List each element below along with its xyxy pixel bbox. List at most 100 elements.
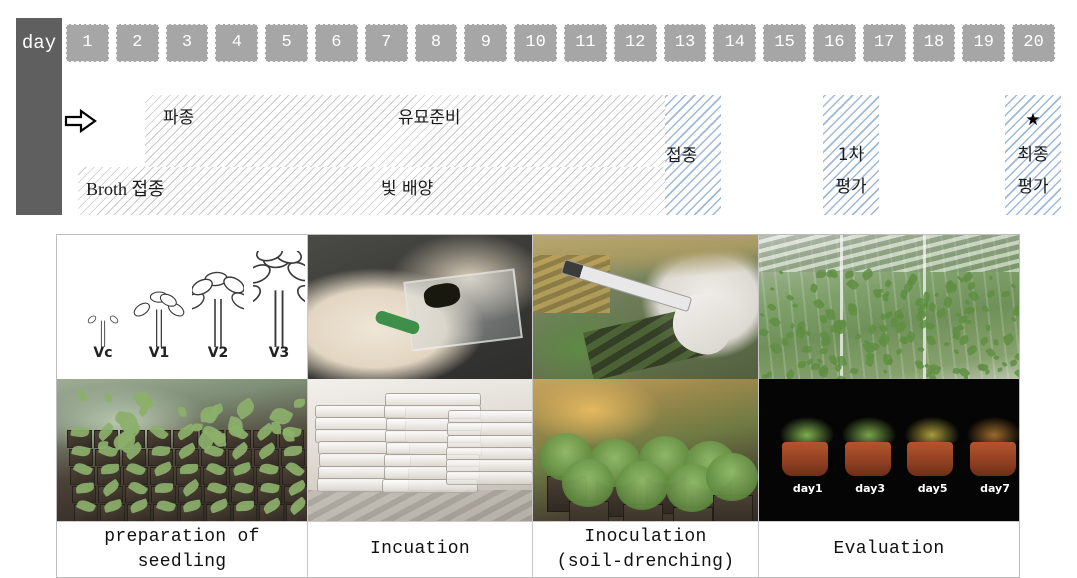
leaf-speck xyxy=(943,341,949,347)
leaf-speck xyxy=(792,303,798,308)
caption-line-2: seedling xyxy=(104,550,259,575)
seedling-stage-v3: V3 xyxy=(253,251,305,361)
timecourse-label-day7: day7 xyxy=(967,482,1019,495)
day-cell-17: 17 xyxy=(863,24,906,62)
leaf-speck xyxy=(790,323,796,330)
leaf-speck xyxy=(765,371,773,378)
sprout xyxy=(210,404,225,417)
day-cell-6: 6 xyxy=(315,24,358,62)
sprout xyxy=(155,482,173,493)
container-box xyxy=(446,471,533,485)
sprout xyxy=(151,445,169,457)
leaf-speck xyxy=(883,294,889,301)
caption-preparation-of-seedling: preparation of seedling xyxy=(57,521,308,577)
leaf-speck xyxy=(820,348,828,354)
photo-inoculation-pipette xyxy=(533,235,759,379)
leaf-speck xyxy=(1001,332,1015,346)
seedling-stage-v1: V1 xyxy=(133,251,185,361)
leaf-speck xyxy=(769,315,782,328)
leaf-speck xyxy=(1002,361,1008,368)
sprout xyxy=(294,399,305,408)
day-cell-18: 18 xyxy=(913,24,956,62)
day-cell-14: 14 xyxy=(713,24,756,62)
day-cell-4: 4 xyxy=(215,24,258,62)
leaf-speck xyxy=(1014,368,1019,379)
leaf-speck xyxy=(965,300,969,305)
day-cell-5: 5 xyxy=(265,24,308,62)
leaf-speck xyxy=(925,334,936,346)
bar-light-culture xyxy=(78,167,665,215)
seedling-stage-label: Vc xyxy=(77,345,129,361)
leaf-speck xyxy=(816,270,826,278)
caption-line-2: (soil-drenching) xyxy=(557,550,735,575)
star-icon: ★ xyxy=(1005,112,1061,129)
photo-seedling-growth-stage-diagram: Vc V1 V2 V3 xyxy=(57,235,308,379)
day-cell-9: 9 xyxy=(464,24,507,62)
leaf-speck xyxy=(965,306,974,314)
leaf-speck xyxy=(1011,316,1017,323)
photo-grid: Vc V1 V2 V3 day1 day3 day5 day7 preparat… xyxy=(56,234,1020,578)
leaf-speck xyxy=(759,312,764,317)
day-cell-10: 10 xyxy=(514,24,557,62)
caption-line-1: Inoculation xyxy=(557,525,735,550)
caption-line-1: Evaluation xyxy=(833,537,944,562)
leaf-speck xyxy=(993,339,998,345)
leaf-speck xyxy=(781,338,788,347)
bar-label-seedling-prep: 유묘준비 xyxy=(398,107,461,129)
leaf-speck xyxy=(855,334,862,340)
sprout xyxy=(105,393,112,402)
leaf-speck xyxy=(767,302,777,312)
photo-greenhouse-trays xyxy=(759,235,1019,379)
young-plant xyxy=(562,459,614,507)
leaf-speck xyxy=(810,283,819,293)
leaf-speck xyxy=(935,307,948,319)
caption-inoculation-soil-drenching: Inoculation (soil-drenching) xyxy=(533,521,759,577)
bar-label-final-evaluation-line2: 평가 xyxy=(1005,176,1061,199)
leaf-speck xyxy=(965,319,971,324)
leaf-speck xyxy=(844,270,854,279)
day-cell-16: 16 xyxy=(813,24,856,62)
leaf-speck xyxy=(769,341,782,355)
photo-incubation-hands xyxy=(308,235,533,379)
photo-potted-plants-timecourse: day1 day3 day5 day7 xyxy=(759,379,1019,521)
caption-incubation: Incuation xyxy=(308,521,533,577)
caption-evaluation: Evaluation xyxy=(759,521,1019,577)
leaf-speck xyxy=(785,369,796,379)
seedling-stage-label: V3 xyxy=(253,345,305,361)
timecourse-label-day1: day1 xyxy=(780,482,836,495)
bar-label-first-evaluation-line1: 1차 xyxy=(823,144,879,167)
terracotta-pot xyxy=(970,442,1016,476)
bar-label-inoculation: 접종 xyxy=(666,145,697,167)
bar-label-sowing: 파종 xyxy=(163,107,194,129)
leaf-speck xyxy=(883,354,892,365)
leaf-speck xyxy=(994,356,1000,361)
seedling-stage-vc: Vc xyxy=(77,251,129,361)
leaf-speck xyxy=(1012,308,1019,317)
leaf-speck xyxy=(942,295,954,308)
photo-seedling-plug-trays xyxy=(57,379,308,521)
day-cell-15: 15 xyxy=(763,24,806,62)
day-cell-11: 11 xyxy=(564,24,607,62)
leaf-speck xyxy=(849,367,859,376)
day-axis-label: day xyxy=(16,26,62,60)
day-cell-13: 13 xyxy=(664,24,707,62)
sprout xyxy=(234,397,258,420)
leaf-speck xyxy=(985,323,991,330)
terracotta-pot xyxy=(907,442,953,476)
sprout xyxy=(78,390,87,401)
leaf-speck xyxy=(934,292,940,297)
leaf-speck xyxy=(883,369,888,374)
timecourse-label-day3: day3 xyxy=(842,482,898,495)
leaf-speck xyxy=(845,277,859,291)
day-cell-2: 2 xyxy=(116,24,159,62)
leaf-speck xyxy=(884,280,893,289)
leaf-speck xyxy=(759,327,770,338)
leaf-speck xyxy=(802,345,812,353)
terracotta-pot xyxy=(782,442,828,476)
leaf-speck xyxy=(966,282,977,292)
leaf-speck xyxy=(989,275,993,280)
leaf-speck xyxy=(954,349,960,355)
leaf-speck xyxy=(805,331,811,337)
day-cell-row: 1 2 3 4 5 6 7 8 9 10 11 12 13 14 15 16 17 18 19 20 xyxy=(66,24,1062,62)
leaf-speck xyxy=(1009,359,1017,367)
